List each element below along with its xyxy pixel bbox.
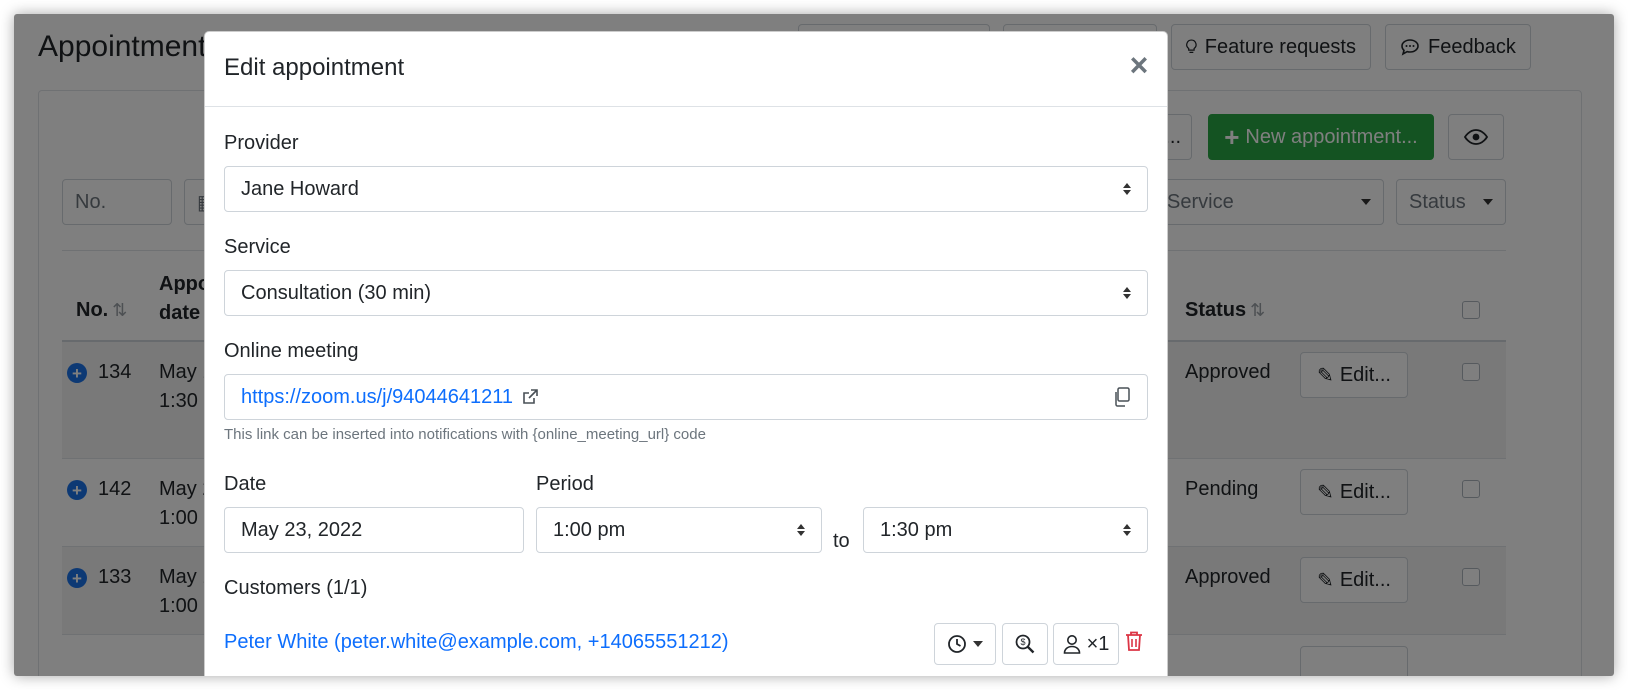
provider-value: Jane Howard [241, 177, 359, 200]
external-link-icon[interactable] [521, 388, 539, 406]
app-window: Appointments Feature requests Feedback .… [14, 14, 1614, 676]
modal-header: Edit appointment × [205, 32, 1167, 107]
edit-appointment-modal: Edit appointment × Provider Jane Howard … [204, 31, 1168, 676]
date-value: May 23, 2022 [241, 518, 363, 541]
search-dollar-icon: $ [1015, 634, 1035, 654]
period-from-value: 1:00 pm [553, 518, 626, 541]
user-icon [1063, 635, 1080, 654]
period-label: Period [536, 473, 594, 495]
online-meeting-link[interactable]: https://zoom.us/j/94044641211 [241, 386, 513, 409]
select-arrows-icon [1123, 287, 1131, 299]
provider-label: Provider [224, 132, 299, 154]
online-meeting-field[interactable]: https://zoom.us/j/94044641211 [224, 374, 1148, 420]
service-select[interactable]: Consultation (30 min) [224, 270, 1148, 316]
customers-label: Customers (1/1) [224, 577, 368, 599]
payment-details-button[interactable]: $ [1002, 623, 1048, 665]
select-arrows-icon [1123, 524, 1131, 536]
status-dropdown-button[interactable] [934, 623, 996, 665]
date-label: Date [224, 473, 267, 495]
customer-link[interactable]: Peter White (peter.white@example.com, +1… [224, 631, 728, 654]
trash-icon[interactable] [1125, 630, 1143, 652]
period-to-value: 1:30 pm [880, 518, 953, 541]
date-input[interactable]: May 23, 2022 [224, 507, 524, 553]
online-meeting-link-wrap: https://zoom.us/j/94044641211 [241, 386, 539, 409]
period-to-word: to [833, 530, 850, 552]
service-label: Service [224, 236, 291, 258]
svg-text:$: $ [1020, 637, 1025, 647]
select-arrows-icon [1123, 183, 1131, 195]
provider-select[interactable]: Jane Howard [224, 166, 1148, 212]
service-value: Consultation (30 min) [241, 281, 432, 304]
online-meeting-hint: This link can be inserted into notificat… [224, 426, 706, 443]
chevron-down-icon [973, 641, 983, 647]
select-arrows-icon [797, 524, 805, 536]
online-meeting-label: Online meeting [224, 340, 359, 362]
modal-title: Edit appointment [224, 54, 405, 81]
number-of-persons-button[interactable]: ×1 [1053, 623, 1119, 665]
period-to-select[interactable]: 1:30 pm [863, 507, 1148, 553]
persons-count: ×1 [1086, 632, 1110, 655]
copy-icon[interactable] [1113, 387, 1131, 407]
period-from-select[interactable]: 1:00 pm [536, 507, 822, 553]
clock-icon [948, 635, 966, 653]
close-icon[interactable]: × [1127, 49, 1151, 81]
